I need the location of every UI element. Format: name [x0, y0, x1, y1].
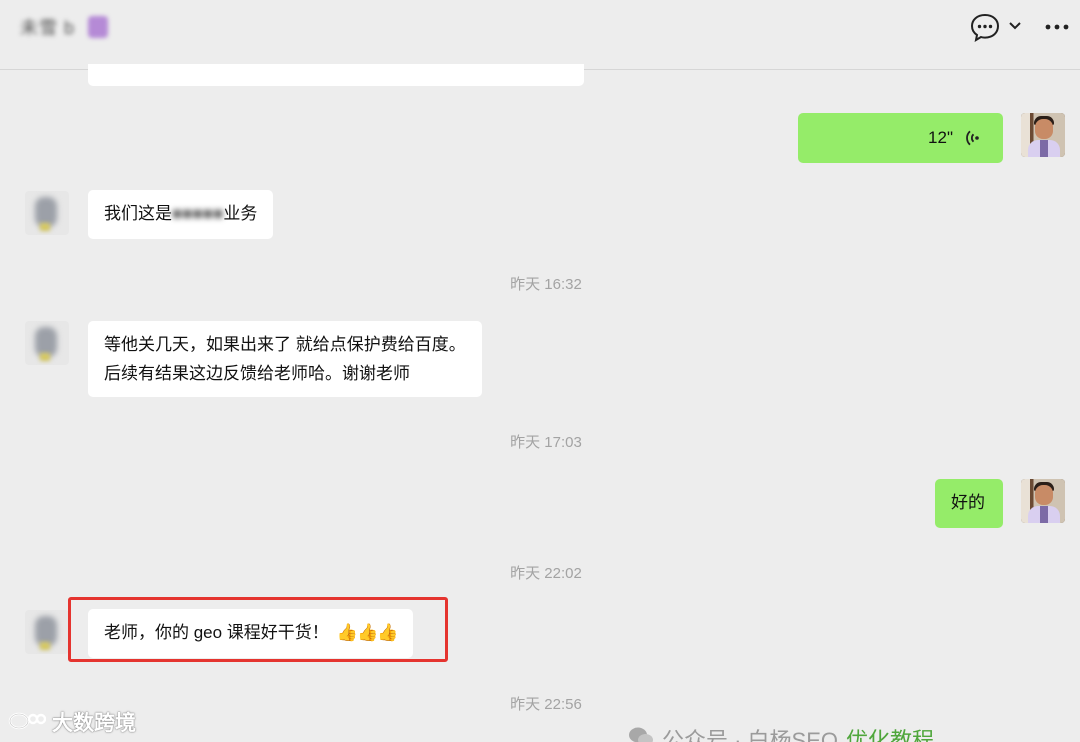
chat-header: 未雪 b [0, 0, 1080, 70]
watermark-left: 大数跨境 [8, 708, 136, 736]
title-avatar-badge [88, 16, 108, 38]
thumbs-up-emoji: 👍👍👍 [336, 623, 399, 642]
message-text: 老师，你的 geo 课程好干货！ [104, 623, 329, 642]
message-text-line: 等他关几天，如果出来了 就给点保护费给百度。 [104, 335, 466, 354]
self-avatar[interactable] [1021, 113, 1065, 157]
timestamp: 昨天 17:03 [510, 434, 582, 451]
message-text-prefix: 我们这是 [104, 204, 172, 223]
contact-avatar[interactable] [25, 321, 69, 365]
contact-avatar[interactable] [25, 191, 69, 235]
self-avatar[interactable] [1021, 479, 1065, 523]
timestamp: 昨天 16:32 [510, 276, 582, 293]
message-bubble-partial [88, 64, 584, 86]
voice-duration: 12" [928, 128, 953, 147]
message-bubble[interactable]: 好的 [935, 479, 1003, 528]
chevron-down-icon[interactable] [1007, 16, 1023, 36]
message-bubble[interactable]: 我们这是■■■■■业务 [88, 190, 274, 239]
more-icon[interactable] [1042, 12, 1072, 42]
message-text-line: 后续有结果这边反馈给老师哈。谢谢老师 [104, 364, 410, 383]
message-text-suffix: 业务 [223, 204, 258, 223]
message-bubble[interactable]: 老师，你的 geo 课程好干货！ 👍👍👍 [88, 609, 414, 658]
timestamp: 昨天 22:02 [510, 565, 582, 582]
chat-title[interactable]: 未雪 b [20, 14, 75, 42]
watermark-right-highlight: 优化教程 [846, 728, 935, 742]
wechat-logo-icon [628, 725, 654, 742]
watermark-right: 公众号 · 白杨SEO 优化教程 [628, 724, 934, 742]
voice-wave-icon [963, 128, 983, 148]
watermark-left-text: 大数跨境 [52, 712, 136, 735]
voice-message-bubble[interactable]: 12" [798, 113, 1003, 163]
weibo-logo-icon [8, 707, 47, 737]
timestamp: 昨天 22:56 [510, 696, 582, 713]
message-text-blurred: ■■■■■ [172, 204, 224, 223]
watermark-right-text: 公众号 · 白杨SEO [662, 728, 839, 742]
chat-bubble-icon[interactable] [969, 12, 1001, 43]
message-bubble[interactable]: 等他关几天，如果出来了 就给点保护费给百度。 后续有结果这边反馈给老师哈。谢谢老… [88, 321, 482, 397]
message-text: 好的 [951, 493, 985, 512]
contact-avatar[interactable] [25, 610, 69, 654]
chat-window: 未雪 b 12" 我们这是■■■■■业务 昨天 16:32 等他关几天，如果出来… [0, 0, 1080, 742]
